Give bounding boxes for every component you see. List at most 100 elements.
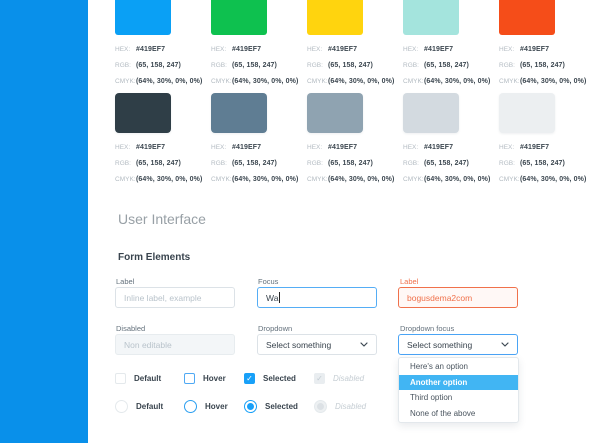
color-palette-row-primary: HEX:#419EF7RGB:(65, 158, 247)CMYK:(64%, … <box>115 0 595 88</box>
swatch-cmyk-line: CMYK:(64%, 30%, 0%, 0%) <box>115 170 171 186</box>
swatch-cmyk-label: CMYK: <box>211 173 232 186</box>
checkbox-hover-control[interactable] <box>184 373 195 384</box>
color-palette-row-neutral: HEX:#419EF7RGB:(65, 158, 247)CMYK:(64%, … <box>115 93 595 186</box>
swatch-rgb-label: RGB: <box>403 157 424 170</box>
checkbox-state-label: Default <box>134 374 161 383</box>
swatch-rgb-value: (65, 158, 247) <box>328 62 373 69</box>
swatch-hex-line: HEX:#419EF7 <box>211 40 267 56</box>
swatch-rgb-label: RGB: <box>115 59 136 72</box>
focus-input-value: Wa <box>266 293 278 303</box>
radio-hover-control[interactable] <box>184 400 197 413</box>
swatch-cmyk-value: (64%, 30%, 0%, 0%) <box>136 78 202 85</box>
color-swatch-card: HEX:#419EF7RGB:(65, 158, 247)CMYK:(64%, … <box>307 93 363 186</box>
swatch-hex-label: HEX: <box>307 141 328 154</box>
swatch-rgb-line: RGB:(65, 158, 247) <box>307 154 363 170</box>
swatch-hex-value: #419EF7 <box>136 46 165 53</box>
radio-selected[interactable]: Selected <box>244 400 298 413</box>
swatch-meta: HEX:#419EF7RGB:(65, 158, 247)CMYK:(64%, … <box>307 138 363 186</box>
swatch-meta: HEX:#419EF7RGB:(65, 158, 247)CMYK:(64%, … <box>499 138 555 186</box>
radio-dot <box>247 403 254 410</box>
swatch-meta: HEX:#419EF7RGB:(65, 158, 247)CMYK:(64%, … <box>499 40 555 88</box>
swatch-cmyk-label: CMYK: <box>115 75 136 88</box>
swatch-meta: HEX:#419EF7RGB:(65, 158, 247)CMYK:(64%, … <box>403 138 459 186</box>
focus-input[interactable]: Wa <box>257 287 377 308</box>
checkbox-selected-control[interactable]: ✓ <box>244 373 255 384</box>
swatch-rgb-label: RGB: <box>211 59 232 72</box>
swatch-cmyk-value: (64%, 30%, 0%, 0%) <box>424 176 490 183</box>
swatch-rgb-line: RGB:(65, 158, 247) <box>403 56 459 72</box>
radio-selected-control[interactable] <box>244 400 257 413</box>
dropdown-select[interactable]: Select something <box>257 334 377 355</box>
radio-default[interactable]: Default <box>115 400 163 413</box>
label-input-placeholder: Inline label, example <box>124 293 202 303</box>
error-input[interactable]: bogusdema2com <box>398 287 518 308</box>
swatch-rgb-line: RGB:(65, 158, 247) <box>499 154 555 170</box>
swatch-cmyk-label: CMYK: <box>211 75 232 88</box>
checkbox-disabled: ✓Disabled <box>314 373 364 384</box>
swatch-hex-value: #419EF7 <box>520 144 549 151</box>
swatch-rgb-line: RGB:(65, 158, 247) <box>499 56 555 72</box>
label-input[interactable]: Inline label, example <box>115 287 235 308</box>
swatch-hex-value: #419EF7 <box>520 46 549 53</box>
swatch-rgb-value: (65, 158, 247) <box>520 62 565 69</box>
swatch-rgb-label: RGB: <box>307 59 328 72</box>
swatch-cmyk-line: CMYK:(64%, 30%, 0%, 0%) <box>211 170 267 186</box>
color-swatch-card: HEX:#419EF7RGB:(65, 158, 247)CMYK:(64%, … <box>211 0 267 88</box>
dropdown-option[interactable]: None of the above <box>399 406 518 422</box>
disabled-input: Non editable <box>115 334 235 355</box>
swatch-hex-line: HEX:#419EF7 <box>307 138 363 154</box>
dropdown-option[interactable]: Here's an option <box>399 359 518 375</box>
color-swatch-card: HEX:#419EF7RGB:(65, 158, 247)CMYK:(64%, … <box>499 93 555 186</box>
dropdown-selected-value: Select something <box>266 340 331 350</box>
subsection-title-form-elements: Form Elements <box>118 252 190 263</box>
section-title-user-interface: User Interface <box>118 211 206 227</box>
swatch-cmyk-value: (64%, 30%, 0%, 0%) <box>424 78 490 85</box>
swatch-cmyk-value: (64%, 30%, 0%, 0%) <box>328 78 394 85</box>
checkbox-default[interactable]: Default <box>115 373 161 384</box>
swatch-hex-value: #419EF7 <box>424 46 453 53</box>
radio-hover[interactable]: Hover <box>184 400 228 413</box>
swatch-cmyk-line: CMYK:(64%, 30%, 0%, 0%) <box>211 72 267 88</box>
swatch-cmyk-line: CMYK:(64%, 30%, 0%, 0%) <box>115 72 171 88</box>
sidebar <box>0 0 88 443</box>
color-swatch-card: HEX:#419EF7RGB:(65, 158, 247)CMYK:(64%, … <box>403 0 459 88</box>
swatch-cmyk-label: CMYK: <box>403 75 424 88</box>
swatch-hex-value: #419EF7 <box>328 46 357 53</box>
checkbox-selected[interactable]: ✓Selected <box>244 373 296 384</box>
swatch-cmyk-line: CMYK:(64%, 30%, 0%, 0%) <box>307 72 363 88</box>
radio-default-control[interactable] <box>115 400 128 413</box>
disabled-input-placeholder: Non editable <box>124 340 172 350</box>
dropdown-focus-label: Dropdown focus <box>400 324 454 333</box>
dropdown-focus-select[interactable]: Select something <box>398 334 518 355</box>
swatch-rgb-line: RGB:(65, 158, 247) <box>115 154 171 170</box>
swatch-hex-line: HEX:#419EF7 <box>115 138 171 154</box>
swatch-rgb-line: RGB:(65, 158, 247) <box>403 154 459 170</box>
color-swatch-card: HEX:#419EF7RGB:(65, 158, 247)CMYK:(64%, … <box>307 0 363 88</box>
color-swatch-card: HEX:#419EF7RGB:(65, 158, 247)CMYK:(64%, … <box>211 93 267 186</box>
color-swatch <box>403 93 459 133</box>
swatch-rgb-value: (65, 158, 247) <box>232 62 277 69</box>
swatch-cmyk-value: (64%, 30%, 0%, 0%) <box>232 176 298 183</box>
color-swatch-card: HEX:#419EF7RGB:(65, 158, 247)CMYK:(64%, … <box>115 0 171 88</box>
checkbox-hover[interactable]: Hover <box>184 373 226 384</box>
text-cursor-icon <box>279 292 280 303</box>
dropdown-option[interactable]: Another option <box>399 375 518 391</box>
swatch-cmyk-line: CMYK:(64%, 30%, 0%, 0%) <box>403 170 459 186</box>
color-swatch-card: HEX:#419EF7RGB:(65, 158, 247)CMYK:(64%, … <box>403 93 459 186</box>
focus-input-label: Focus <box>258 277 278 286</box>
label-input-label: Label <box>116 277 134 286</box>
dropdown-option[interactable]: Third option <box>399 390 518 406</box>
checkbox-default-control[interactable] <box>115 373 126 384</box>
swatch-hex-line: HEX:#419EF7 <box>499 138 555 154</box>
color-swatch <box>403 0 459 35</box>
swatch-rgb-label: RGB: <box>499 59 520 72</box>
swatch-cmyk-line: CMYK:(64%, 30%, 0%, 0%) <box>403 72 459 88</box>
swatch-rgb-value: (65, 158, 247) <box>424 62 469 69</box>
chevron-down-icon <box>501 342 509 347</box>
dropdown-open-menu: Here's an optionAnother optionThird opti… <box>398 357 519 423</box>
radio-state-label: Disabled <box>335 402 366 411</box>
swatch-cmyk-value: (64%, 30%, 0%, 0%) <box>136 176 202 183</box>
swatch-rgb-line: RGB:(65, 158, 247) <box>115 56 171 72</box>
swatch-hex-line: HEX:#419EF7 <box>499 40 555 56</box>
swatch-hex-label: HEX: <box>499 141 520 154</box>
